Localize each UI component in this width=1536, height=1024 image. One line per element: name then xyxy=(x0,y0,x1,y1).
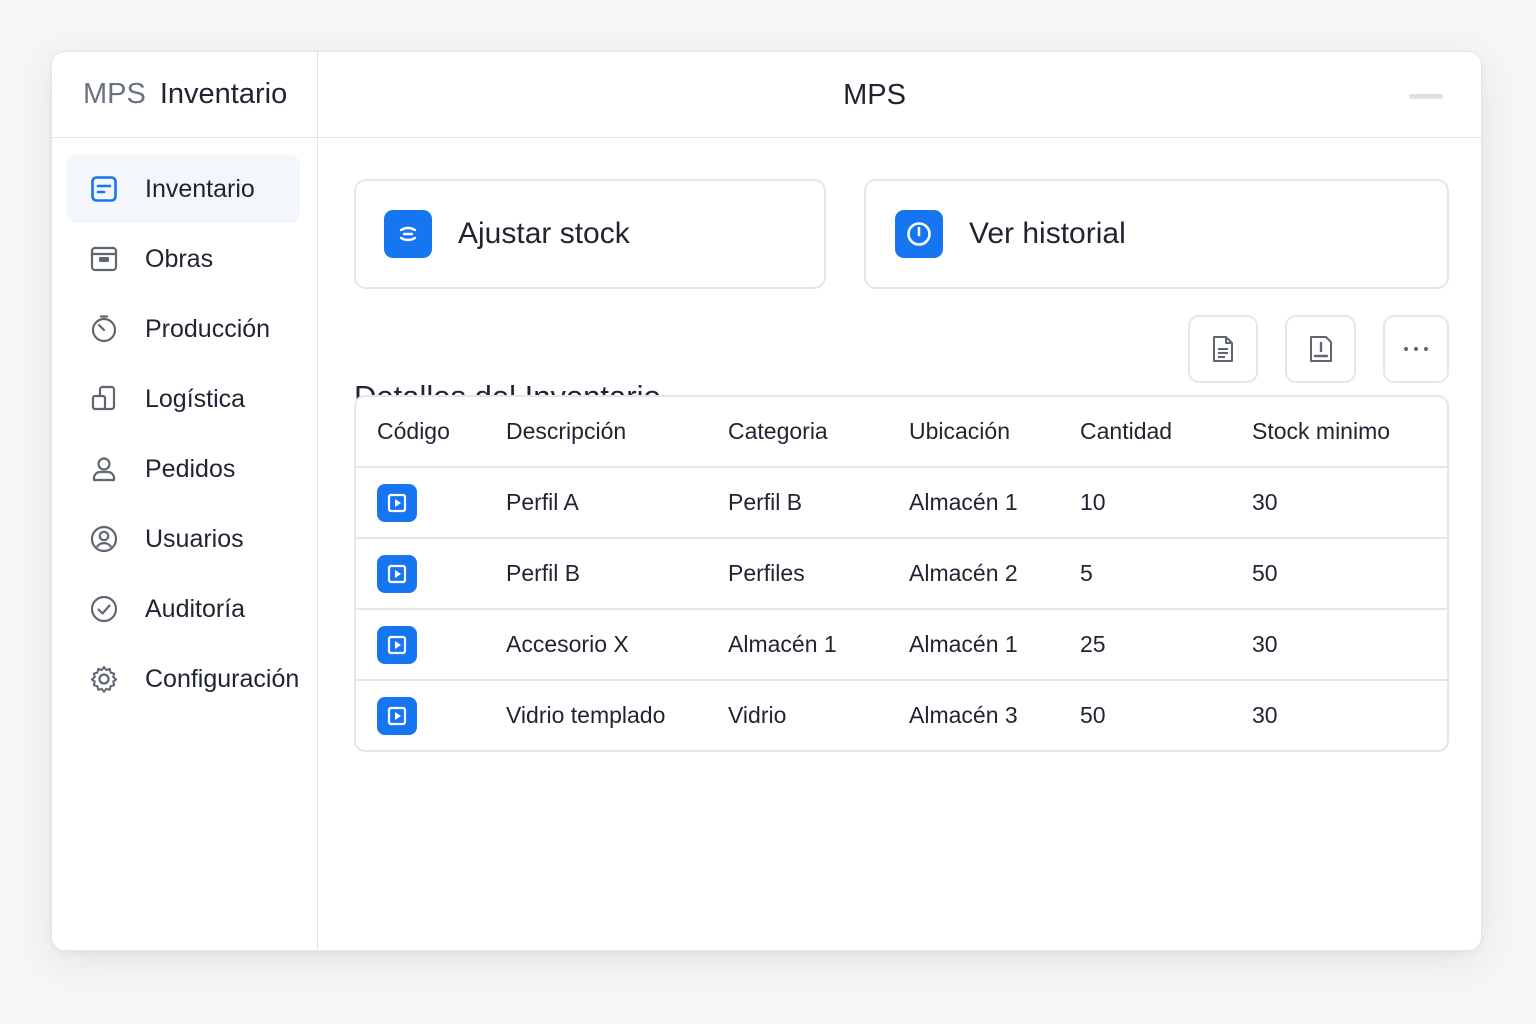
inventory-table: Código Descripción Categoria Ubicación C… xyxy=(354,395,1449,752)
sidebar-item-produccion[interactable]: Producción xyxy=(67,295,300,363)
description-cell: Vidrio templado xyxy=(506,702,666,728)
description-cell: Accesorio X xyxy=(506,631,629,657)
column-header-stock-minimo[interactable]: Stock minimo xyxy=(1252,418,1390,445)
column-header-descripcion[interactable]: Descripción xyxy=(506,418,626,445)
min-stock-cell: 30 xyxy=(1252,631,1278,657)
brand-name: Inventario xyxy=(159,78,288,110)
play-square-icon[interactable] xyxy=(377,483,417,522)
sidebar-item-configuracion[interactable]: Configuración xyxy=(67,645,300,713)
check-circle-icon xyxy=(89,594,119,624)
view-history-button[interactable]: Ver historial xyxy=(864,179,1449,289)
category-cell: Perfil B xyxy=(728,489,803,515)
sidebar-item-auditoria[interactable]: Auditoría xyxy=(67,575,300,643)
gear-icon xyxy=(89,664,119,694)
app-title: MPS xyxy=(843,78,906,111)
sidebar-nav: Inventario Obras Producción Logística Pe… xyxy=(52,138,317,713)
sidebar: MPS Inventario Inventario Obras Producci… xyxy=(52,52,318,950)
adjust-stock-label: Ajustar stock xyxy=(458,217,630,250)
sidebar-item-label: Pedidos xyxy=(145,454,236,483)
category-cell: Vidrio xyxy=(728,702,787,728)
ellipsis-icon xyxy=(1404,347,1428,351)
minimize-button[interactable] xyxy=(1409,94,1443,99)
code-cell xyxy=(377,696,417,735)
column-header-categoria[interactable]: Categoria xyxy=(728,418,828,445)
code-cell xyxy=(377,625,417,664)
min-stock-cell: 50 xyxy=(1252,560,1278,586)
table-row[interactable]: Perfil B Perfiles Almacén 2 5 50 xyxy=(356,537,1447,608)
play-square-icon[interactable] xyxy=(377,696,417,735)
more-options-button[interactable] xyxy=(1383,315,1449,383)
location-cell: Almacén 1 xyxy=(909,631,1018,657)
sidebar-item-usuarios[interactable]: Usuarios xyxy=(67,505,300,573)
app-window: MPS Inventario Inventario Obras Producci… xyxy=(51,51,1482,951)
box-icon xyxy=(89,244,119,274)
transfer-icon xyxy=(89,384,119,414)
min-stock-cell: 30 xyxy=(1252,702,1278,728)
sidebar-item-pedidos[interactable]: Pedidos xyxy=(67,435,300,503)
sidebar-item-label: Usuarios xyxy=(145,524,244,553)
brand: MPS Inventario xyxy=(52,52,317,138)
view-history-label: Ver historial xyxy=(969,217,1126,250)
location-cell: Almacén 2 xyxy=(909,560,1018,586)
sidebar-item-logistica[interactable]: Logística xyxy=(67,365,300,433)
table-row[interactable]: Accesorio X Almacén 1 Almacén 1 25 30 xyxy=(356,608,1447,679)
sidebar-item-obras[interactable]: Obras xyxy=(67,225,300,293)
code-cell xyxy=(377,554,417,593)
sidebar-item-inventario[interactable]: Inventario xyxy=(67,155,300,223)
table-row[interactable]: Vidrio templado Vidrio Almacén 3 50 30 xyxy=(356,679,1447,750)
quantity-cell: 5 xyxy=(1080,560,1093,586)
category-cell: Almacén 1 xyxy=(728,631,837,657)
description-cell: Perfil A xyxy=(506,489,579,515)
location-cell: Almacén 3 xyxy=(909,702,1018,728)
brand-mark: MPS xyxy=(83,78,146,110)
play-square-icon[interactable] xyxy=(377,625,417,664)
quantity-cell: 50 xyxy=(1080,702,1106,728)
top-bar: MPS xyxy=(318,52,1481,138)
location-cell: Almacén 1 xyxy=(909,489,1018,515)
document-icon xyxy=(1213,336,1233,362)
column-header-ubicacion[interactable]: Ubicación xyxy=(909,418,1010,445)
table-row[interactable]: Perfil A Perfil B Almacén 1 10 30 xyxy=(356,466,1447,537)
column-header-cantidad[interactable]: Cantidad xyxy=(1080,418,1172,445)
table-header-row: Código Descripción Categoria Ubicación C… xyxy=(356,397,1447,466)
description-cell: Perfil B xyxy=(506,560,581,586)
quantity-cell: 25 xyxy=(1080,631,1106,657)
user-icon xyxy=(89,454,119,484)
sidebar-item-label: Auditoría xyxy=(145,594,246,623)
timer-icon xyxy=(89,314,119,344)
play-square-icon[interactable] xyxy=(377,554,417,593)
inventory-icon xyxy=(89,174,119,204)
sidebar-item-label: Obras xyxy=(145,244,214,273)
alert-document-icon xyxy=(1309,336,1332,362)
sidebar-item-label: Inventario xyxy=(145,174,255,203)
column-header-codigo[interactable]: Código xyxy=(377,418,450,445)
category-cell: Perfiles xyxy=(728,560,805,586)
alert-button[interactable] xyxy=(1285,315,1356,383)
clock-icon xyxy=(895,210,943,258)
adjust-icon xyxy=(384,210,432,258)
min-stock-cell: 30 xyxy=(1252,489,1278,515)
quantity-cell: 10 xyxy=(1080,489,1106,515)
sidebar-item-label: Producción xyxy=(145,314,271,343)
adjust-stock-button[interactable]: Ajustar stock xyxy=(354,179,826,289)
document-button[interactable] xyxy=(1188,315,1258,383)
main-content: Ajustar stock Ver historial Detalles del… xyxy=(318,139,1481,950)
user-circle-icon xyxy=(89,524,119,554)
sidebar-item-label: Configuración xyxy=(145,664,300,693)
sidebar-item-label: Logística xyxy=(145,384,246,413)
code-cell xyxy=(377,483,417,522)
